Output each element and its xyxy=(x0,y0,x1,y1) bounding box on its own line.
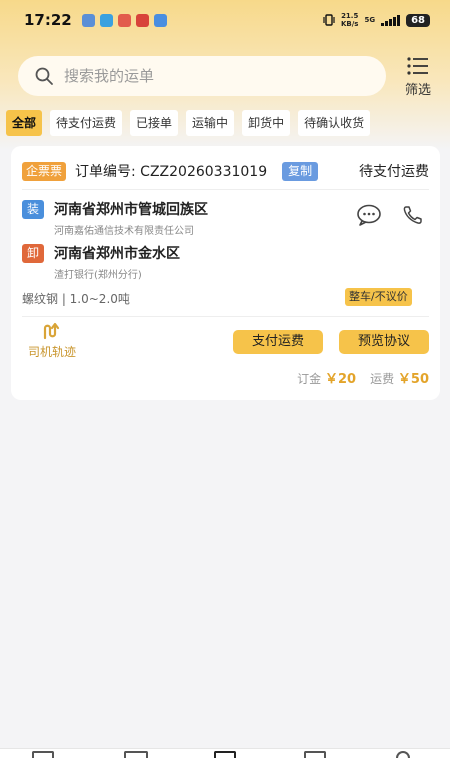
tab-accepted[interactable]: 已接单 xyxy=(130,110,179,136)
nav-waybill-icon[interactable] xyxy=(214,751,236,758)
freight-value: ￥50 xyxy=(397,372,429,387)
driver-track-button[interactable]: 司机轨迹 xyxy=(22,322,82,362)
deposit: 订金 ￥20 xyxy=(297,368,356,387)
phone-icon[interactable] xyxy=(401,204,427,226)
copy-button[interactable]: 复制 xyxy=(282,161,319,181)
load-address: 河南省郑州市管城回族区 xyxy=(54,202,208,218)
signal-icon xyxy=(381,14,401,26)
telegram-icon xyxy=(99,13,113,27)
app-notification-icon xyxy=(81,13,95,27)
search-input[interactable] xyxy=(64,67,344,85)
app-notification-icon xyxy=(117,13,131,27)
notification-icons xyxy=(81,13,167,27)
divider xyxy=(22,316,429,317)
tab-all[interactable]: 全部 xyxy=(6,110,43,136)
status-time: 17:22 xyxy=(24,11,72,29)
list-filter-icon xyxy=(407,57,428,75)
filter-button[interactable]: 筛选 xyxy=(398,56,438,98)
deposit-value: ￥20 xyxy=(324,372,357,387)
network-type: 5G xyxy=(364,16,376,24)
nav-orders-icon[interactable] xyxy=(124,751,148,758)
status-tabs: 全部 待支付运费 已接单 运输中 卸货中 待确认收货 xyxy=(0,110,450,136)
pay-freight-button[interactable]: 支付运费 xyxy=(233,330,323,354)
vibrate-icon xyxy=(323,14,335,26)
order-header: 企票票 订单编号: CZZ20260331019 复制 待支付运费 xyxy=(22,159,429,183)
invoice-tag: 企票票 xyxy=(22,161,67,181)
net-speed-value: 21.5 xyxy=(341,12,359,20)
order-status: 待支付运费 xyxy=(359,164,429,180)
net-speed-unit: KB/s xyxy=(340,20,359,28)
unload-address: 河南省郑州市金水区 xyxy=(54,246,180,262)
driver-track-label: 司机轨迹 xyxy=(27,345,76,359)
freight-label: 运费 xyxy=(370,372,395,386)
price-type-badge: 整车/不议价 xyxy=(345,288,412,306)
filter-label: 筛选 xyxy=(404,83,431,98)
tab-unloading[interactable]: 卸货中 xyxy=(242,110,291,136)
tab-in-transit[interactable]: 运输中 xyxy=(186,110,235,136)
status-indicators: 21.5 KB/s 5G 68 xyxy=(323,12,430,28)
divider xyxy=(22,189,429,190)
app-notification-icon xyxy=(135,13,149,27)
nav-home-icon[interactable] xyxy=(32,751,54,758)
deposit-label: 订金 xyxy=(297,372,322,386)
nav-profile-icon[interactable] xyxy=(396,751,410,758)
status-bar: 17:22 21.5 KB/s 5G 68 xyxy=(0,0,450,40)
route-icon xyxy=(43,322,60,340)
order-card[interactable]: 企票票 订单编号: CZZ20260331019 复制 待支付运费 装 河南省郑… xyxy=(11,146,440,400)
order-number: 订单编号: CZZ20260331019 xyxy=(75,164,268,180)
unload-tag: 卸 xyxy=(22,244,44,263)
search-icon xyxy=(35,67,53,85)
cargo-info: 螺纹钢 | 1.0~2.0吨 xyxy=(22,292,130,306)
net-speed: 21.5 KB/s xyxy=(341,12,358,28)
bottom-nav xyxy=(0,748,450,758)
load-tag: 装 xyxy=(22,200,44,219)
freight: 运费 ￥50 xyxy=(370,368,429,387)
preview-agreement-button[interactable]: 预览协议 xyxy=(339,330,429,354)
fees-summary: 订金 ￥20 运费 ￥50 xyxy=(271,368,429,387)
unload-company: 渣打银行(郑州分行) xyxy=(54,270,142,281)
chat-icon[interactable] xyxy=(356,204,382,226)
tab-pending-payment[interactable]: 待支付运费 xyxy=(50,110,123,136)
tab-pending-receipt[interactable]: 待确认收货 xyxy=(298,110,371,136)
load-company: 河南嘉佑通信技术有限责任公司 xyxy=(54,226,194,237)
nav-apps-icon[interactable] xyxy=(304,751,326,758)
app-notification-icon xyxy=(153,13,167,27)
search-bar[interactable] xyxy=(18,56,386,96)
battery-icon: 68 xyxy=(406,13,430,27)
